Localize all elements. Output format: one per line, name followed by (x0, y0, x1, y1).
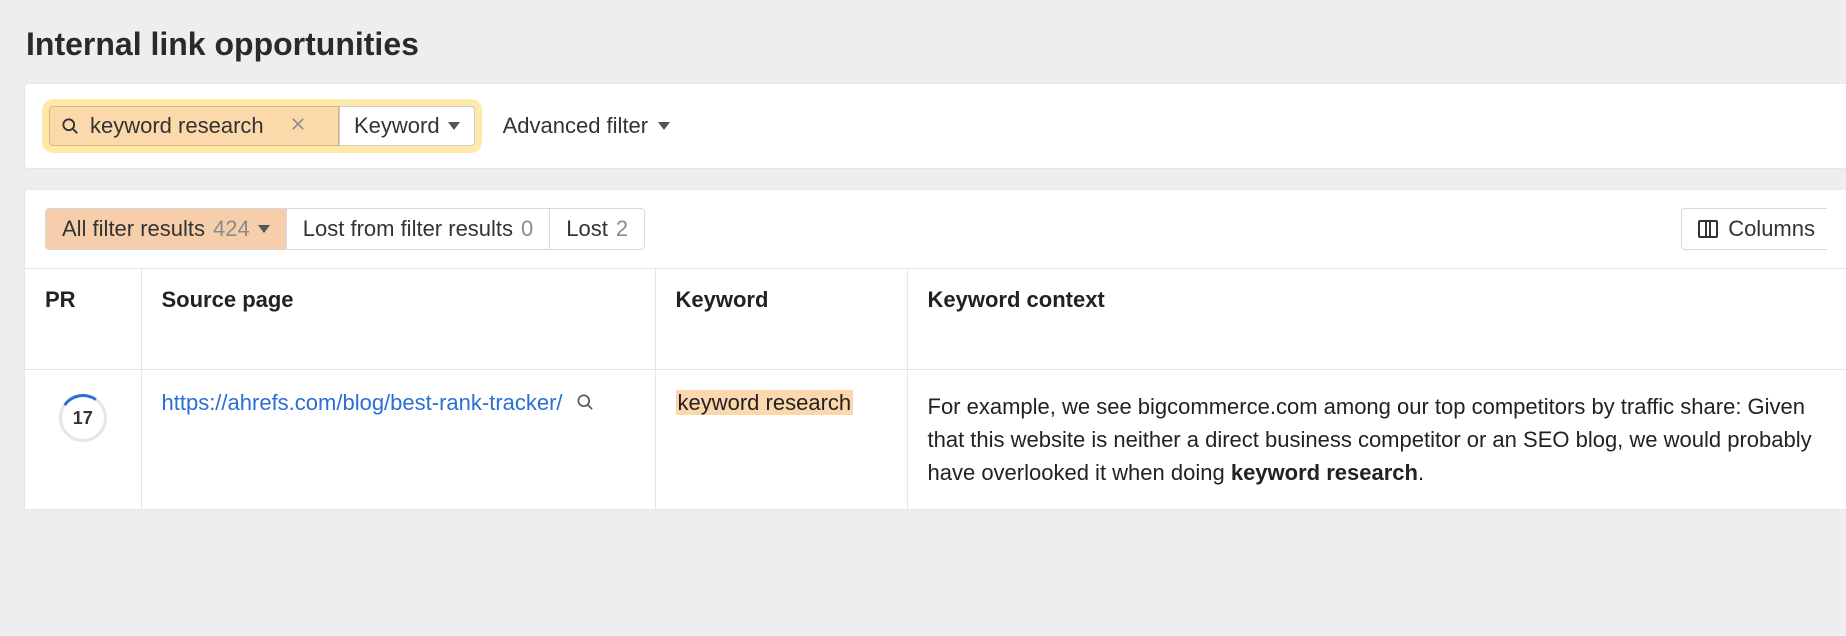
tab-label: All filter results (62, 216, 205, 242)
advanced-filter-label: Advanced filter (503, 113, 649, 139)
tab-count: 0 (521, 216, 533, 242)
tab-label: Lost from filter results (303, 216, 513, 242)
context-bold: keyword research (1231, 460, 1418, 485)
pr-badge: 17 (59, 394, 107, 442)
columns-icon (1698, 220, 1718, 238)
tab-count: 424 (213, 216, 250, 242)
results-table: PR Source page Keyword Keyword context 1… (25, 268, 1846, 509)
col-header-keyword[interactable]: Keyword (655, 269, 907, 370)
source-link[interactable]: https://ahrefs.com/blog/best-rank-tracke… (162, 390, 563, 415)
tab-label: Lost (566, 216, 608, 242)
col-header-context[interactable]: Keyword context (907, 269, 1846, 370)
search-box[interactable] (49, 106, 339, 146)
chevron-down-icon (258, 225, 270, 233)
chevron-down-icon (658, 122, 670, 130)
search-scope-dropdown[interactable]: Keyword (339, 106, 475, 146)
col-header-source[interactable]: Source page (141, 269, 655, 370)
cell-pr: 17 (25, 370, 141, 510)
col-header-pr[interactable]: PR (25, 269, 141, 370)
tab-lost[interactable]: Lost 2 (550, 209, 644, 249)
cell-source: https://ahrefs.com/blog/best-rank-tracke… (141, 370, 655, 510)
table-row: 17 https://ahrefs.com/blog/best-rank-tra… (25, 370, 1846, 510)
results-tabs: All filter results 424 Lost from filter … (45, 208, 645, 250)
clear-search-icon[interactable] (290, 115, 306, 138)
search-highlight-wrap: Keyword (45, 102, 479, 150)
filter-bar: Keyword Advanced filter (24, 83, 1846, 169)
results-panel: All filter results 424 Lost from filter … (24, 189, 1846, 510)
page-title: Internal link opportunities (26, 26, 1846, 63)
inspect-icon[interactable] (575, 392, 595, 418)
search-scope-label: Keyword (354, 113, 440, 139)
context-text: For example, we see bigcommerce.com amon… (928, 390, 1827, 489)
advanced-filter-button[interactable]: Advanced filter (503, 113, 671, 139)
search-input[interactable] (90, 113, 280, 139)
columns-button[interactable]: Columns (1681, 208, 1827, 250)
chevron-down-icon (448, 122, 460, 130)
search-icon (60, 116, 80, 136)
keyword-highlight: keyword research (676, 390, 854, 415)
table-header-row: PR Source page Keyword Keyword context (25, 269, 1846, 370)
cell-keyword: keyword research (655, 370, 907, 510)
tab-lost-from-filter[interactable]: Lost from filter results 0 (287, 209, 551, 249)
tab-count: 2 (616, 216, 628, 242)
cell-context: For example, we see bigcommerce.com amon… (907, 370, 1846, 510)
results-tabs-row: All filter results 424 Lost from filter … (25, 208, 1846, 268)
columns-button-label: Columns (1728, 216, 1815, 242)
tab-all-filter-results[interactable]: All filter results 424 (46, 209, 287, 249)
